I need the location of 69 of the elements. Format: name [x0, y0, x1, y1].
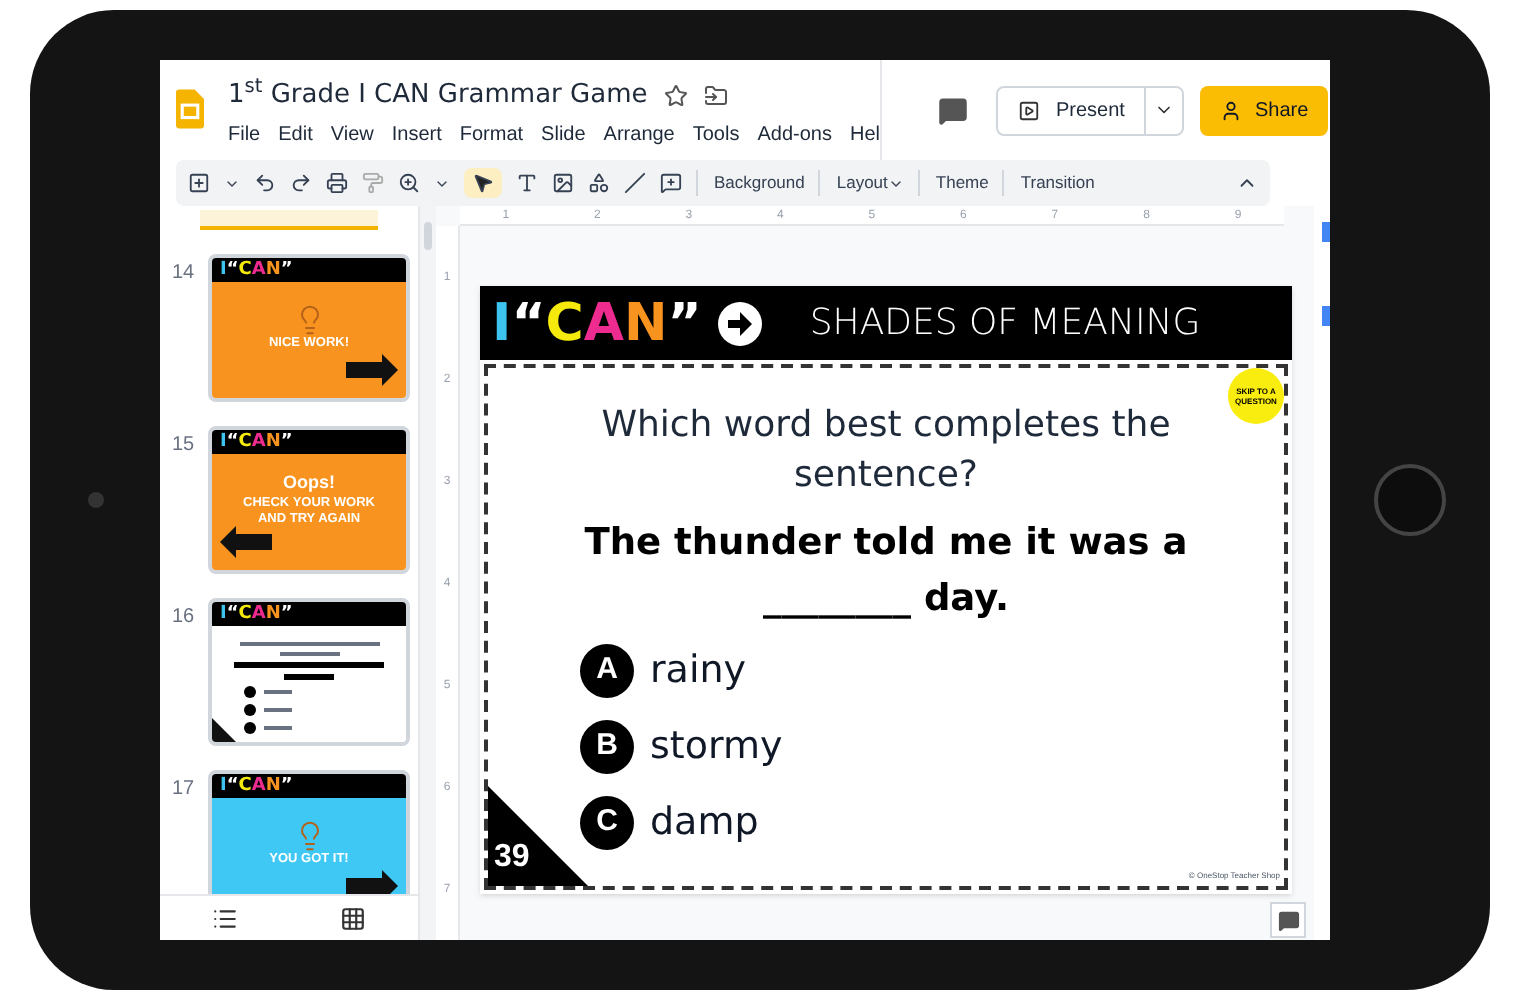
option-letter: B [580, 720, 634, 774]
undo-icon[interactable] [254, 172, 276, 194]
redo-icon[interactable] [290, 172, 312, 194]
logo: I“CAN” [492, 297, 702, 349]
slide-title: SHADES OF MEANING [809, 300, 1201, 348]
option-letter: A [580, 644, 634, 698]
select-tool[interactable] [464, 168, 502, 198]
menu-item[interactable]: Arrange [603, 119, 675, 149]
slide-number: 17 [172, 776, 196, 804]
menu-item[interactable]: Slide [541, 119, 586, 149]
share-button[interactable]: Share [1200, 85, 1329, 135]
logo: I“CAN” [220, 777, 293, 795]
slides-logo-icon [176, 84, 204, 134]
arrow-circle-icon [717, 301, 762, 345]
grid-view-icon[interactable] [340, 905, 367, 931]
question-text: Which word best completes the sentence? [599, 402, 1173, 500]
image-icon[interactable] [552, 172, 574, 194]
option-text: rainy [650, 652, 747, 690]
menu-item[interactable]: Edit [278, 119, 313, 149]
toolbar-button[interactable]: Theme [917, 170, 989, 196]
toolbar-button[interactable]: Background [696, 170, 805, 196]
thumbnail-heading: Oops! [283, 472, 335, 495]
left-arrow-icon [220, 526, 272, 558]
speaker-notes-button[interactable] [1270, 902, 1306, 938]
slide-number: 14 [172, 260, 196, 288]
plus-icon[interactable] [188, 172, 210, 194]
prompt-text: The thunder told me it was a ________ day. [584, 520, 1188, 624]
menu-item[interactable]: Add-ons [757, 119, 832, 149]
logo: I“CAN” [220, 433, 293, 451]
filmstrip-view-icon[interactable] [211, 905, 238, 931]
pointer-icon [472, 172, 494, 194]
option-text: damp [650, 804, 759, 842]
slide-thumbnail[interactable] [200, 210, 378, 230]
slide-number: 15 [172, 432, 196, 460]
menu-item[interactable]: Tools [692, 119, 740, 149]
corner-triangle [212, 718, 236, 742]
menu-item[interactable]: Insert [391, 119, 442, 149]
right-arrow-icon [346, 870, 398, 894]
star-icon[interactable] [663, 83, 688, 108]
logo: I“CAN” [220, 605, 293, 623]
option-line [244, 704, 292, 716]
document-title[interactable]: 1$^{st}$ Grade I CAN Grammar Game [228, 76, 648, 115]
person-icon [1220, 99, 1243, 121]
comment-add-icon[interactable] [660, 172, 682, 194]
menu-item[interactable]: File [228, 119, 261, 149]
line-icon[interactable] [624, 172, 646, 194]
folder-icon[interactable] [703, 83, 728, 108]
option-line [244, 722, 292, 734]
slide-number: 16 [172, 604, 196, 632]
slide-thumbnail[interactable]: I“CAN” [208, 598, 410, 746]
logo: I“CAN” [220, 261, 293, 279]
option-line [244, 686, 292, 698]
text-box-icon[interactable] [516, 172, 538, 194]
right-arrow-icon [346, 354, 398, 386]
shapes-icon[interactable] [588, 172, 610, 194]
toolbar-button[interactable]: Layout [818, 170, 904, 196]
play-icon [1018, 99, 1040, 121]
option-text: stormy [650, 728, 783, 766]
present-button[interactable]: Present [996, 85, 1185, 135]
slide-number-label: 39 [494, 838, 530, 878]
menu-item[interactable]: View [330, 119, 374, 149]
option-letter: C [580, 796, 634, 850]
comment-icon[interactable] [938, 95, 968, 125]
toolbar-button[interactable]: Transition [1002, 170, 1095, 196]
zoom-icon[interactable] [398, 172, 420, 194]
menu-item[interactable]: Hel [849, 119, 880, 149]
speaker-notes-icon [1277, 909, 1299, 931]
menu-item[interactable]: Format [459, 119, 524, 149]
print-icon[interactable] [326, 172, 348, 194]
